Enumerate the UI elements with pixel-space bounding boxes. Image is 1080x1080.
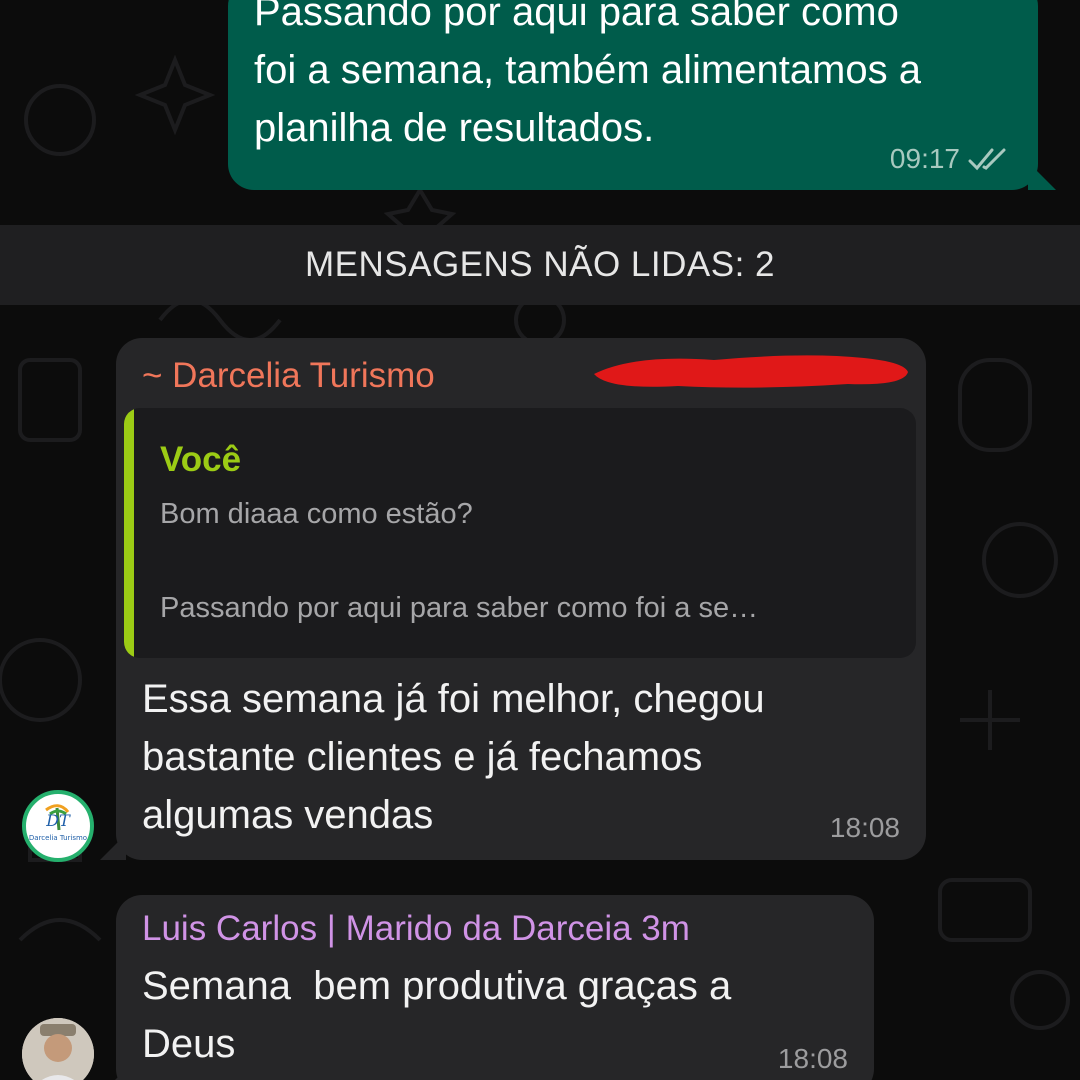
quoted-text-line: Bom diaaa como estão? — [160, 498, 473, 530]
quote-accent-bar — [124, 408, 134, 658]
chat-screen: Passando por aqui para saber como foi a … — [0, 0, 1080, 1080]
outgoing-message-time: 09:17 — [889, 143, 960, 174]
message-time: 18:08 — [829, 812, 900, 843]
avatar[interactable] — [22, 1018, 94, 1080]
outgoing-message-bubble[interactable]: Passando por aqui para saber como foi a … — [228, 0, 1056, 190]
sender-name[interactable]: Luis Carlos | Marido da Darceia 3m — [142, 909, 690, 949]
incoming-message-bubble[interactable]: ~ Darcelia Turismo Você Bom diaaa como e… — [100, 338, 926, 860]
message-time: 18:08 — [777, 1043, 848, 1074]
darcelia-logo-icon: DT Darcelia Turismo — [29, 804, 87, 842]
person-photo-icon — [22, 1018, 94, 1080]
outgoing-message-text: Passando por aqui para saber como foi a … — [254, 0, 921, 150]
svg-text:DT: DT — [45, 811, 71, 830]
bubble-tail — [100, 834, 126, 860]
bubble-tail — [1028, 162, 1056, 190]
bubble-tail — [100, 1069, 126, 1080]
quoted-text-line: Passando por aqui para saber como foi a … — [160, 592, 759, 624]
svg-text:Darcelia Turismo: Darcelia Turismo — [29, 834, 87, 842]
avatar[interactable]: DT Darcelia Turismo — [22, 790, 94, 862]
quoted-author: Você — [160, 440, 242, 479]
message-text: Semana bem produtiva graças a Deus — [142, 964, 732, 1066]
message-text: Essa semana já foi melhor, chegou bastan… — [142, 677, 765, 837]
double-check-icon — [968, 148, 1006, 171]
incoming-message-bubble[interactable]: Luis Carlos | Marido da Darceia 3m Seman… — [100, 895, 874, 1080]
redaction-mark — [594, 355, 908, 388]
sender-name[interactable]: ~ Darcelia Turismo — [142, 356, 435, 396]
unread-messages-banner: MENSAGENS NÃO LIDAS: 2 — [0, 225, 1080, 305]
unread-messages-label: MENSAGENS NÃO LIDAS: 2 — [304, 245, 776, 284]
quoted-message[interactable]: Você Bom diaaa como estão? Passando por … — [124, 408, 916, 658]
outgoing-message-meta: 09:17 — [890, 143, 1012, 175]
